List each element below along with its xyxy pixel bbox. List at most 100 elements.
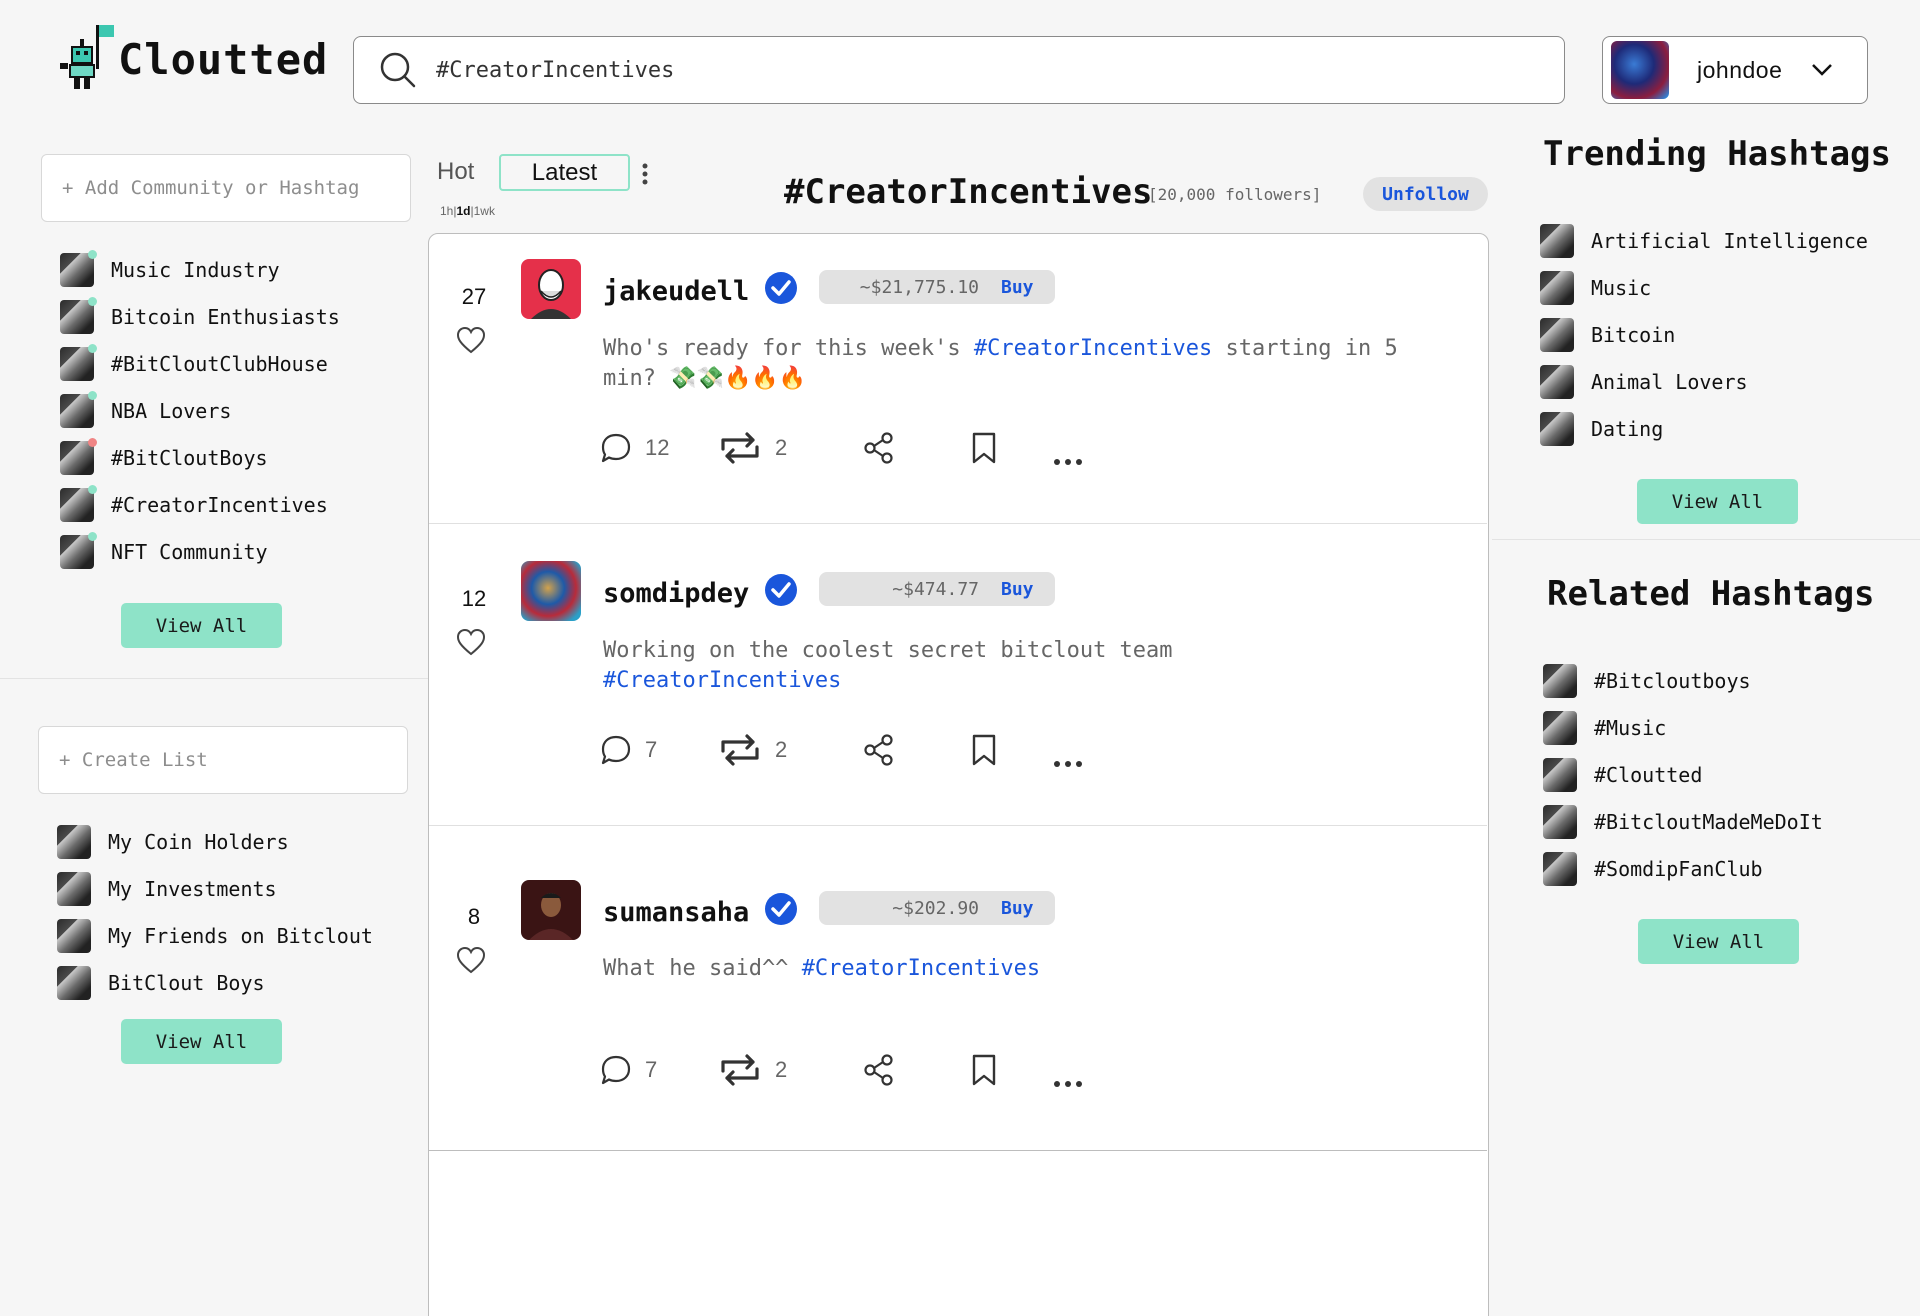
post-hashtag-link[interactable]: #CreatorIncentives <box>603 668 841 693</box>
post-avatar[interactable] <box>521 880 581 940</box>
list-item[interactable]: BitClout Boys <box>57 959 373 1006</box>
bookmark-icon[interactable] <box>969 733 999 767</box>
chevron-down-icon[interactable] <box>1810 58 1834 82</box>
list-item[interactable]: My Friends on Bitclout <box>57 912 373 959</box>
more-horizontal-icon[interactable] <box>1053 1080 1083 1088</box>
user-menu[interactable]: johndoe <box>1602 36 1868 104</box>
community-thumbnail <box>60 343 97 381</box>
reclout-count: 2 <box>775 737 788 762</box>
post-feed: 27 jakeudell ~$21,775.10 Buy Who's ready… <box>428 233 1489 1316</box>
time-filter-1h[interactable]: 1h <box>440 204 453 218</box>
reclout-button[interactable]: 2 <box>717 1052 787 1088</box>
coin-price: ~$202.90 Buy <box>819 891 1055 925</box>
list-item[interactable]: My Investments <box>57 865 373 912</box>
post[interactable]: 27 jakeudell ~$21,775.10 Buy Who's ready… <box>429 234 1487 524</box>
heart-icon[interactable] <box>456 326 486 354</box>
list-thumbnail <box>57 824 91 859</box>
user-avatar <box>1611 41 1669 99</box>
search-bar[interactable] <box>353 36 1565 104</box>
comment-button[interactable]: 7 <box>599 1052 657 1088</box>
communities-view-all-button[interactable]: View All <box>121 603 282 648</box>
share-icon[interactable] <box>862 431 896 465</box>
community-item[interactable]: #BitCloutClubHouse <box>60 340 340 387</box>
community-label: #CreatorIncentives <box>111 492 328 517</box>
post-username[interactable]: somdipdey <box>603 578 749 609</box>
buy-button[interactable]: Buy <box>1001 898 1034 919</box>
related-label: #SomdipFanClub <box>1594 856 1763 881</box>
search-input[interactable] <box>436 57 1436 83</box>
unfollow-button[interactable]: Unfollow <box>1363 177 1488 211</box>
share-icon[interactable] <box>862 1053 896 1087</box>
tab-hot[interactable]: Hot <box>437 158 474 186</box>
list-thumbnail <box>57 965 91 1000</box>
time-filter-1wk[interactable]: 1wk <box>474 204 495 218</box>
more-horizontal-icon[interactable] <box>1053 458 1083 466</box>
community-item[interactable]: #CreatorIncentives <box>60 481 340 528</box>
trending-item[interactable]: Music <box>1540 264 1868 311</box>
post-text-before: What he said^^ <box>603 956 802 981</box>
buy-button[interactable]: Buy <box>1001 579 1034 600</box>
community-thumbnail <box>60 390 97 428</box>
cloutted-logo[interactable]: Cloutted <box>56 22 327 96</box>
buy-button[interactable]: Buy <box>1001 277 1034 298</box>
reclout-button[interactable]: 2 <box>717 732 787 768</box>
related-item[interactable]: #SomdipFanClub <box>1543 845 1823 892</box>
related-label: #Bitcloutboys <box>1594 668 1751 693</box>
status-dot <box>88 437 97 447</box>
trending-label: Artificial Intelligence <box>1591 228 1868 253</box>
related-item[interactable]: #Bitcloutboys <box>1543 657 1823 704</box>
post-hashtag-link[interactable]: #CreatorIncentives <box>802 956 1040 981</box>
post-hashtag-link[interactable]: #CreatorIncentives <box>974 336 1212 361</box>
trending-item[interactable]: Bitcoin <box>1540 311 1868 358</box>
comment-button[interactable]: 7 <box>599 732 657 768</box>
community-item[interactable]: #BitCloutBoys <box>60 434 340 481</box>
related-item[interactable]: #BitcloutMadeMeDoIt <box>1543 798 1823 845</box>
post[interactable]: 12 somdipdey ~$474.77 Buy Working on the… <box>429 524 1487 826</box>
trending-item[interactable]: Dating <box>1540 405 1868 452</box>
trending-label: Bitcoin <box>1591 322 1676 347</box>
community-item[interactable]: NBA Lovers <box>60 387 340 434</box>
post-username[interactable]: sumansaha <box>603 897 749 928</box>
community-item[interactable]: Music Industry <box>60 246 340 293</box>
post-avatar[interactable] <box>521 561 581 621</box>
post[interactable]: 8 sumansaha ~$202.90 Buy What he said^^ … <box>429 826 1487 1151</box>
trending-item[interactable]: Animal Lovers <box>1540 358 1868 405</box>
verified-badge-icon <box>765 893 797 925</box>
create-list-placeholder: + Create List <box>59 749 208 771</box>
community-item[interactable]: Bitcoin Enthusiasts <box>60 293 340 340</box>
status-dot <box>88 390 97 400</box>
community-label: Bitcoin Enthusiasts <box>111 304 340 329</box>
heart-icon[interactable] <box>456 628 486 656</box>
hashtag-thumbnail <box>1543 710 1577 745</box>
more-horizontal-icon[interactable] <box>1053 760 1083 768</box>
reclout-button[interactable]: 2 <box>717 430 787 466</box>
bookmark-icon[interactable] <box>969 431 999 465</box>
related-item[interactable]: #Cloutted <box>1543 751 1823 798</box>
community-thumbnail <box>60 249 97 287</box>
share-icon[interactable] <box>862 733 896 767</box>
trending-list: Artificial Intelligence Music Bitcoin An… <box>1540 217 1868 452</box>
related-item[interactable]: #Music <box>1543 704 1823 751</box>
tab-latest[interactable]: Latest <box>499 154 630 191</box>
related-label: #BitcloutMadeMeDoIt <box>1594 809 1823 834</box>
community-item[interactable]: NFT Community <box>60 528 340 575</box>
post-text: Working on the coolest secret bitclout t… <box>603 636 1223 696</box>
trending-view-all-button[interactable]: View All <box>1637 479 1798 524</box>
list-thumbnail <box>57 918 91 953</box>
trending-item[interactable]: Artificial Intelligence <box>1540 217 1868 264</box>
post-username[interactable]: jakeudell <box>603 276 749 307</box>
comment-icon <box>601 735 631 765</box>
trending-label: Dating <box>1591 416 1664 441</box>
time-filter-1d[interactable]: 1d <box>456 204 470 218</box>
list-item[interactable]: My Coin Holders <box>57 818 373 865</box>
related-view-all-button[interactable]: View All <box>1638 919 1799 964</box>
create-list-input[interactable]: + Create List <box>38 726 408 794</box>
bookmark-icon[interactable] <box>969 1053 999 1087</box>
post-avatar[interactable] <box>521 259 581 319</box>
comment-button[interactable]: 12 <box>599 430 669 466</box>
add-community-input[interactable]: + Add Community or Hashtag <box>41 154 411 222</box>
brand-name: Cloutted <box>118 34 329 84</box>
more-vertical-icon[interactable] <box>641 163 649 185</box>
lists-view-all-button[interactable]: View All <box>121 1019 282 1064</box>
heart-icon[interactable] <box>456 946 486 974</box>
